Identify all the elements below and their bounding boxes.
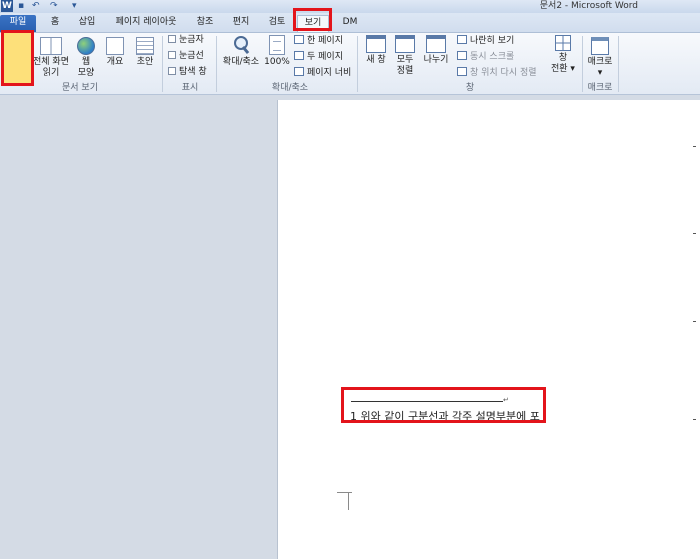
group-separator bbox=[618, 36, 619, 92]
zoom-100-button[interactable]: 100% bbox=[263, 35, 291, 68]
group-label-window: 창 bbox=[465, 83, 475, 93]
switch-windows-button[interactable]: 창 전환 ▾ bbox=[548, 35, 578, 75]
group-separator bbox=[357, 36, 358, 92]
gridlines-checkbox[interactable]: 눈금선 bbox=[168, 51, 204, 62]
ribbon-tabs: 파일 홈 삽입 페이지 레이아웃 참조 편지 검토 보기 DM bbox=[0, 13, 700, 33]
outline-icon bbox=[106, 37, 124, 55]
word-logo-icon: W bbox=[1, 0, 13, 12]
ribbon-view: 인쇄 모양 전체 화면 읽기 웹 모양 개요 초안 문서 보기 눈금자 눈금선 … bbox=[0, 33, 700, 95]
split-icon bbox=[426, 35, 446, 53]
one-page-icon bbox=[294, 35, 304, 44]
print-layout-highlight bbox=[1, 30, 34, 86]
group-separator bbox=[162, 36, 163, 92]
group-label-macros: 매크로 bbox=[587, 83, 613, 93]
side-by-side-icon bbox=[457, 35, 467, 44]
group-label-zoom: 확대/축소 bbox=[271, 83, 309, 93]
tab-review[interactable]: 검토 bbox=[264, 15, 290, 32]
tab-home[interactable]: 홈 bbox=[44, 15, 66, 32]
draft-icon bbox=[136, 37, 154, 55]
window-title: 문서2 - Microsoft Word bbox=[539, 1, 638, 11]
two-pages-button[interactable]: 두 페이지 bbox=[294, 51, 343, 63]
sync-scroll-button[interactable]: 동시 스크롤 bbox=[457, 51, 514, 63]
arrange-all-button[interactable]: 모두 정렬 bbox=[392, 35, 418, 77]
macros-button[interactable]: 매크로 ▾ bbox=[585, 37, 615, 79]
magnifier-icon bbox=[232, 35, 250, 55]
full-screen-reading-icon bbox=[40, 37, 62, 55]
tab-page-layout[interactable]: 페이지 레이아웃 bbox=[110, 15, 182, 32]
web-layout-button[interactable]: 웹 모양 bbox=[73, 37, 99, 79]
new-window-button[interactable]: 새 창 bbox=[362, 35, 390, 66]
group-label-document-views: 문서 보기 bbox=[62, 83, 98, 93]
page-edge-marker bbox=[693, 233, 696, 234]
checkbox-icon bbox=[168, 35, 176, 43]
reset-position-icon bbox=[457, 67, 467, 76]
redo-icon[interactable]: ↷ bbox=[50, 1, 62, 11]
switch-windows-icon bbox=[555, 35, 571, 51]
reset-window-position-button[interactable]: 창 위치 다시 정렬 bbox=[457, 67, 537, 79]
zoom-button[interactable]: 확대/축소 bbox=[221, 35, 261, 68]
web-layout-icon bbox=[77, 37, 95, 55]
draft-button[interactable]: 초안 bbox=[132, 37, 158, 68]
footnote-highlight bbox=[341, 387, 546, 423]
macros-icon bbox=[591, 37, 609, 55]
sync-scroll-icon bbox=[457, 51, 467, 60]
page-edge-marker bbox=[693, 321, 696, 322]
title-bar: W ▪ ↶ ↷ ▾ 문서2 - Microsoft Word bbox=[0, 0, 700, 13]
checkbox-icon bbox=[168, 51, 176, 59]
page-width-icon bbox=[294, 67, 304, 76]
tab-insert[interactable]: 삽입 bbox=[74, 15, 100, 32]
one-page-button[interactable]: 한 페이지 bbox=[294, 35, 343, 47]
page-margin-corner bbox=[337, 492, 352, 510]
tab-dm[interactable]: DM bbox=[338, 15, 362, 32]
zoom-100-icon bbox=[269, 35, 285, 55]
view-tab-highlight bbox=[293, 8, 332, 31]
page-edge-marker bbox=[693, 419, 696, 420]
nav-pane-checkbox[interactable]: 탐색 창 bbox=[168, 67, 207, 78]
new-window-icon bbox=[366, 35, 386, 53]
view-side-by-side-button[interactable]: 나란히 보기 bbox=[457, 35, 514, 47]
outline-button[interactable]: 개요 bbox=[102, 37, 128, 68]
customize-qat-icon[interactable]: ▾ bbox=[72, 1, 82, 11]
page-width-button[interactable]: 페이지 너비 bbox=[294, 67, 351, 79]
page-edge-marker bbox=[693, 146, 696, 147]
save-icon[interactable]: ▪ bbox=[18, 1, 30, 11]
group-separator bbox=[216, 36, 217, 92]
split-button[interactable]: 나누기 bbox=[421, 35, 451, 66]
tab-mailings[interactable]: 편지 bbox=[228, 15, 254, 32]
undo-icon[interactable]: ↶ bbox=[32, 1, 44, 11]
document-page[interactable] bbox=[277, 100, 700, 559]
tab-references[interactable]: 참조 bbox=[192, 15, 218, 32]
two-pages-icon bbox=[294, 51, 304, 60]
checkbox-icon bbox=[168, 67, 176, 75]
full-screen-reading-button[interactable]: 전체 화면 읽기 bbox=[32, 37, 70, 79]
group-label-show: 표시 bbox=[181, 83, 199, 93]
ruler-checkbox[interactable]: 눈금자 bbox=[168, 35, 204, 46]
arrange-all-icon bbox=[395, 35, 415, 53]
